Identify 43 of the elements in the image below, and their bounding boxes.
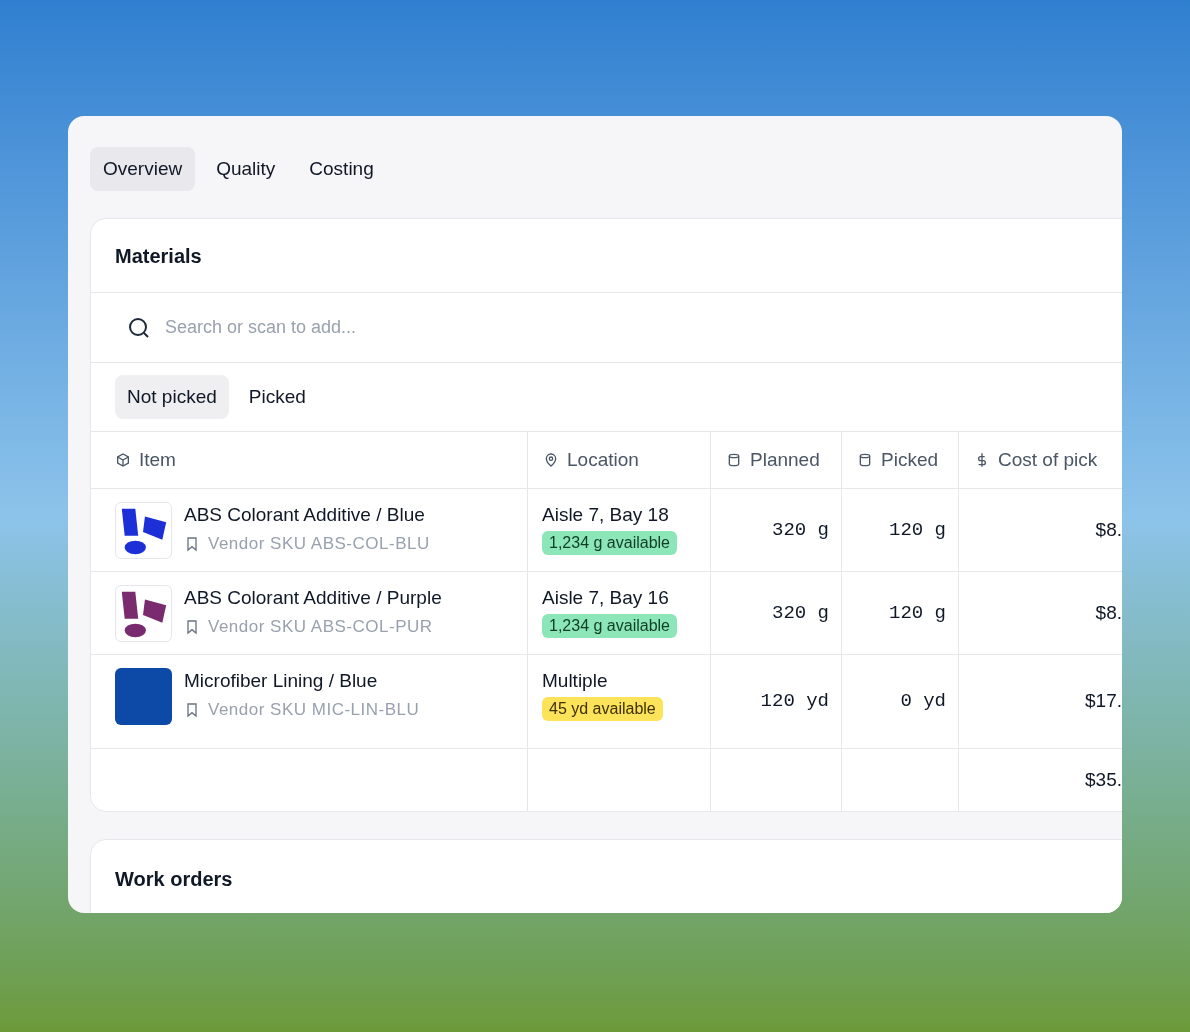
total-cost: $35. — [1085, 767, 1122, 792]
cube-icon — [115, 452, 131, 468]
cylinder-icon — [726, 452, 742, 468]
section-title: Work orders — [115, 868, 233, 890]
location-text: Aisle 7, Bay 16 — [542, 586, 669, 610]
planned-quantity: 320 g — [772, 517, 829, 543]
filter-tab[interactable]: Not picked — [115, 375, 229, 419]
location-text: Multiple — [542, 669, 608, 693]
tab[interactable]: Overview — [90, 147, 196, 191]
tab[interactable]: Quality — [203, 147, 289, 191]
column-header: Cost of pick — [959, 432, 1122, 488]
bookmark-icon — [184, 535, 200, 552]
search-field[interactable]: Search or scan to add... — [165, 314, 565, 341]
bookmark-icon — [184, 701, 200, 718]
planned-quantity: 320 g — [772, 600, 829, 626]
planned-quantity: 120 yd — [760, 689, 829, 715]
picked-quantity: 120 g — [889, 600, 946, 626]
availability-badge: 45 yd available — [542, 697, 663, 721]
cost-value: $8. — [1095, 600, 1122, 625]
vendor-sku: Vendor SKU MIC-LIN-BLU — [208, 699, 420, 721]
item-name: ABS Colorant Additive / Blue — [184, 503, 426, 527]
map-pin-icon — [543, 452, 559, 468]
vendor-sku: Vendor SKU ABS-COL-PUR — [208, 616, 433, 638]
picked-quantity: 120 g — [889, 517, 946, 543]
cost-value: $17. — [1085, 689, 1122, 714]
location-text: Aisle 7, Bay 18 — [542, 503, 669, 527]
column-header: Item — [91, 432, 528, 488]
bookmark-icon — [184, 618, 200, 635]
column-header: Picked — [842, 432, 959, 488]
item-name: ABS Colorant Additive / Purple — [184, 586, 442, 610]
column-header: Location — [528, 432, 711, 488]
section-title: Materials — [115, 243, 202, 269]
item-name: Microfiber Lining / Blue — [184, 669, 379, 693]
availability-badge: 1,234 g available — [542, 531, 677, 555]
filter-tab[interactable]: Picked — [236, 375, 318, 419]
cost-value: $8. — [1095, 517, 1122, 542]
search-icon — [127, 315, 151, 340]
column-header: Planned — [711, 432, 842, 488]
picked-quantity: 0 yd — [900, 689, 946, 715]
vendor-sku: Vendor SKU ABS-COL-BLU — [208, 533, 430, 555]
cylinder-icon — [857, 452, 873, 468]
availability-badge: 1,234 g available — [542, 614, 677, 638]
tab[interactable]: Costing — [296, 147, 387, 191]
